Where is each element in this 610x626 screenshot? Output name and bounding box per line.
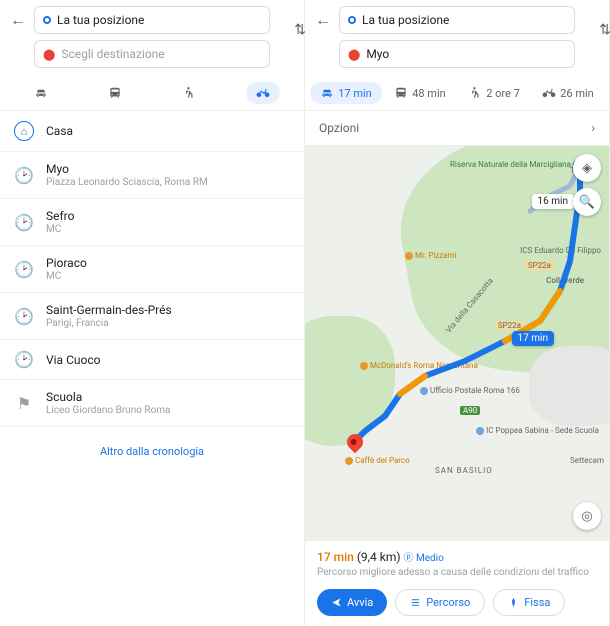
home-icon: ⌂	[14, 121, 34, 141]
suggestion-list: ⌂ Casa 🕑 MyoPiazza Leonardo Sciascia, Ro…	[0, 111, 304, 626]
route-summary: 17 min (9,4 km) ⓟ Medio Percorso miglior…	[305, 540, 609, 626]
summary-distance: (9,4 km)	[357, 550, 401, 564]
route-button[interactable]: Percorso	[395, 589, 485, 616]
parking-badge: ⓟ Medio	[404, 553, 444, 564]
suggestion-item[interactable]: 🕑 SefroMC	[0, 199, 304, 246]
destination-pin-icon: ⬤	[43, 48, 55, 61]
mode-tabs	[0, 74, 304, 111]
mode-bike-time: 26 min	[560, 87, 594, 100]
suggestion-title: Scuola	[46, 390, 290, 404]
clock-icon: 🕑	[14, 166, 34, 185]
clock-icon: 🕑	[14, 260, 34, 279]
suggestion-title: Saint-Germain-des-Prés	[46, 303, 290, 317]
mode-car[interactable]: 17 min	[310, 82, 382, 104]
options-row[interactable]: Opzioni ›	[305, 111, 609, 146]
mode-car-time: 17 min	[338, 87, 372, 100]
zoom-button[interactable]: 🔍	[573, 188, 601, 216]
suggestion-title: Myo	[46, 162, 290, 176]
summary-desc: Percorso migliore adesso a causa delle c…	[317, 566, 597, 579]
destination-input[interactable]: ⬤ Myo	[339, 40, 575, 68]
mode-car[interactable]	[24, 82, 58, 104]
swap-icon[interactable]: ⇅	[599, 22, 610, 38]
pin-button[interactable]: Fissa	[493, 589, 565, 616]
right-panel: ← La tua posizione ⬤ Myo ⇅ 17 min 48 min…	[305, 0, 610, 626]
suggestion-item[interactable]: 🕑 Saint-Germain-des-PrésParigi, Francia	[0, 293, 304, 340]
mode-bike[interactable]: 26 min	[532, 82, 604, 104]
destination-input[interactable]: ⬤ Scegli destinazione	[34, 40, 270, 68]
suggestion-sub: MC	[46, 224, 290, 235]
origin-value: La tua posizione	[57, 13, 144, 27]
suggestion-item[interactable]: 🕑 PioracoMC	[0, 246, 304, 293]
suggestion-title: Via Cuoco	[46, 353, 290, 367]
left-panel: ← La tua posizione ⬤ Scegli destinazione…	[0, 0, 305, 626]
suggestion-sub: Parigi, Francia	[46, 318, 290, 329]
suggestion-sub: Piazza Leonardo Sciascia, Roma RM	[46, 177, 290, 188]
clock-icon: 🕑	[14, 213, 34, 232]
clock-icon: 🕑	[14, 350, 34, 369]
back-icon[interactable]: ←	[313, 10, 333, 30]
destination-placeholder: Scegli destinazione	[61, 47, 164, 61]
chevron-right-icon: ›	[591, 121, 595, 135]
mode-transit[interactable]	[98, 82, 132, 104]
back-icon[interactable]: ←	[8, 10, 28, 30]
layers-button[interactable]: ◈	[573, 154, 601, 182]
mode-walk[interactable]	[172, 82, 206, 104]
main-route-chip[interactable]: 17 min	[512, 331, 554, 346]
alt-route-chip[interactable]: 16 min	[532, 194, 574, 209]
origin-value: La tua posizione	[362, 13, 449, 27]
origin-dot-icon	[348, 16, 356, 24]
start-button[interactable]: Avvia	[317, 589, 387, 616]
origin-input[interactable]: La tua posizione	[339, 6, 575, 34]
flag-icon: ⚑	[14, 394, 34, 413]
suggestion-home[interactable]: ⌂ Casa	[0, 111, 304, 152]
more-history-link[interactable]: Altro dalla cronologia	[0, 427, 304, 476]
origin-input[interactable]: La tua posizione	[34, 6, 270, 34]
mode-walk[interactable]: 2 ore 7	[458, 82, 530, 104]
clock-icon: 🕑	[14, 307, 34, 326]
mode-bike[interactable]	[246, 82, 280, 104]
destination-value: Myo	[366, 47, 389, 61]
locate-button[interactable]: ◎	[573, 502, 601, 530]
origin-dot-icon	[43, 16, 51, 24]
suggestion-item[interactable]: 🕑 Via Cuoco	[0, 340, 304, 380]
suggestion-title: Pioraco	[46, 256, 290, 270]
mode-transit[interactable]: 48 min	[384, 82, 456, 104]
suggestion-school[interactable]: ⚑ ScuolaLiceo Giordano Bruno Roma	[0, 380, 304, 427]
map[interactable]: Riserva Naturale della Marcigliana Tor L…	[305, 146, 609, 540]
mode-tabs: 17 min 48 min 2 ore 7 26 min	[305, 74, 609, 111]
suggestion-sub: Liceo Giordano Bruno Roma	[46, 405, 290, 416]
suggestion-sub: MC	[46, 271, 290, 282]
suggestion-item[interactable]: 🕑 MyoPiazza Leonardo Sciascia, Roma RM	[0, 152, 304, 199]
suggestion-title: Casa	[46, 124, 290, 138]
destination-pin-icon: ⬤	[348, 48, 360, 61]
options-label: Opzioni	[319, 121, 359, 135]
mode-transit-time: 48 min	[412, 87, 446, 100]
suggestion-title: Sefro	[46, 209, 290, 223]
mode-walk-time: 2 ore 7	[486, 87, 520, 100]
summary-time: 17 min	[317, 550, 354, 564]
